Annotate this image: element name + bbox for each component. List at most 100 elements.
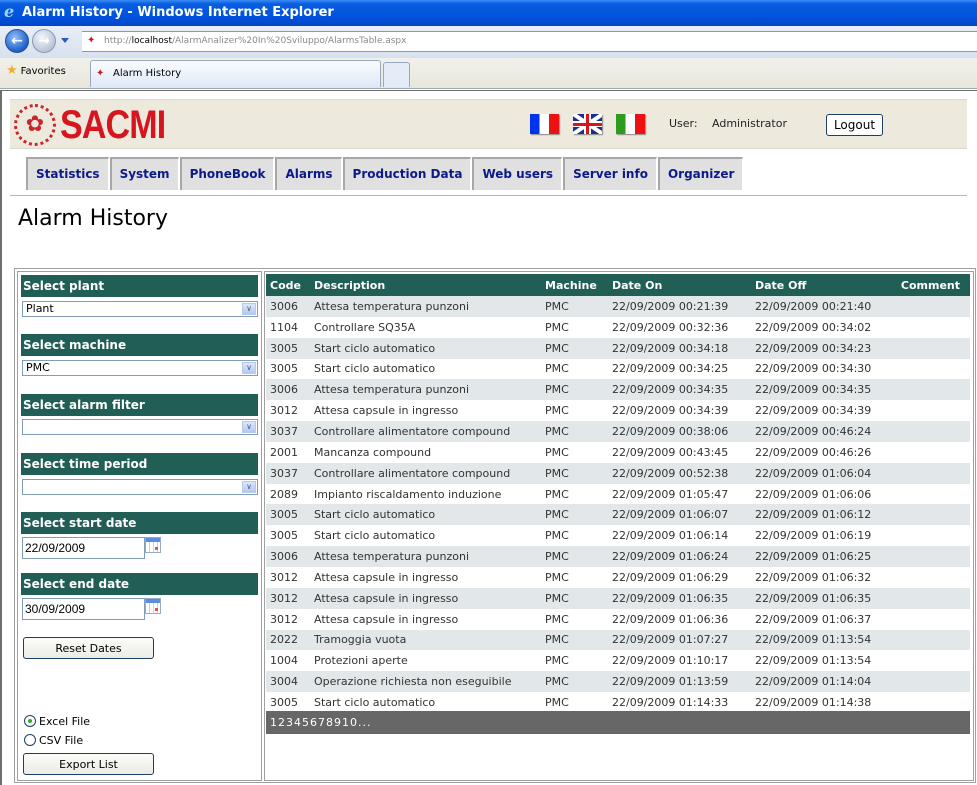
chevron-down-icon[interactable]: ∨	[242, 362, 256, 374]
column-header-date-off[interactable]: Date Off	[751, 274, 893, 296]
pager-link[interactable]: ...	[358, 716, 372, 729]
table-row[interactable]: 2089 Impianto riscaldamento induzione PMC 2…	[266, 484, 970, 505]
cell-date-on: 22/09/2009 01:06:29	[612, 570, 729, 584]
pager-link[interactable]: 4	[294, 716, 302, 729]
url-path: /AlarmAnalizer%20In%20Sviluppo/AlarmsTab…	[171, 36, 407, 46]
table-row[interactable]: 1004 Protezioni aperte PMC 22/09/2009 01:10…	[266, 650, 970, 671]
tab-system[interactable]: System	[109, 157, 179, 190]
recent-pages-dropdown[interactable]	[61, 38, 69, 43]
start-date-input[interactable]	[22, 537, 145, 559]
cell-description: Impianto riscaldamento induzione	[314, 487, 502, 501]
pager-link[interactable]: 10	[342, 716, 358, 729]
export-list-button[interactable]: Export List	[23, 753, 154, 775]
cell-machine: PMC	[541, 462, 608, 484]
table-row[interactable]: 1104 Controllare SQ35A PMC 22/09/2009 00:32…	[266, 317, 970, 338]
chevron-down-icon[interactable]: ∨	[242, 303, 256, 315]
table-row[interactable]: 3037 Controllare alimentatore compound PMC…	[266, 421, 970, 442]
ie-logo-icon: e	[4, 2, 15, 21]
pager-link[interactable]: 9	[334, 716, 342, 729]
column-header-description[interactable]: Description	[310, 274, 541, 296]
cell-code: 3005	[270, 529, 298, 543]
tab-phonebook[interactable]: PhoneBook	[179, 157, 275, 190]
alarm-filter-select[interactable]: ∨	[22, 419, 258, 435]
pager-link[interactable]: 5	[302, 716, 310, 729]
chevron-down-icon[interactable]: ∨	[242, 421, 256, 433]
cell-comment	[893, 692, 970, 713]
back-button[interactable]: ←	[5, 29, 29, 53]
cell-date-on: 22/09/2009 01:05:47	[612, 487, 729, 501]
table-row[interactable]: 2001 Mancanza compound PMC 22/09/2009 00:43…	[266, 442, 970, 463]
cell-comment	[893, 484, 970, 505]
flag-italian-icon[interactable]	[616, 114, 645, 134]
pager-link[interactable]: 3	[286, 716, 294, 729]
tab-alarms[interactable]: Alarms	[275, 157, 342, 190]
calendar-icon[interactable]	[145, 598, 161, 614]
tab-production-data[interactable]: Production Data	[342, 157, 472, 190]
flag-english-icon[interactable]	[573, 114, 602, 134]
cell-code: 3005	[270, 362, 298, 376]
cell-description: Attesa capsule in ingresso	[314, 570, 459, 584]
table-row[interactable]: 3004 Operazione richiesta non eseguibile P…	[266, 671, 970, 693]
chevron-down-icon[interactable]: ∨	[242, 481, 256, 493]
tab-statistics[interactable]: Statistics	[26, 157, 109, 190]
table-row[interactable]: 3006 Attesa temperatura punzoni PMC 22/09/2…	[266, 296, 970, 317]
export-csv-option[interactable]: CSV File	[24, 734, 83, 748]
cell-description: Mancanza compound	[314, 445, 432, 459]
column-header-code[interactable]: Code	[266, 274, 310, 296]
cell-machine: PMC	[541, 587, 608, 609]
cell-date-off: 22/09/2009 00:34:30	[755, 362, 872, 376]
table-row[interactable]: 2022 Tramoggia vuota PMC 22/09/2009 01:07:2…	[266, 629, 970, 651]
cell-description: Tramoggia vuota	[310, 629, 541, 651]
table-row[interactable]: 3006 Attesa temperatura punzoni PMC 22/09/2…	[266, 546, 970, 567]
table-row[interactable]: 3005 Start ciclo automatico PMC 22/09/2009 …	[266, 359, 970, 380]
pager-link[interactable]: 8	[326, 716, 334, 729]
cell-comment	[893, 567, 970, 588]
select-time-period-header: Select time period	[21, 453, 258, 475]
column-header-machine[interactable]: Machine	[541, 274, 608, 296]
tab-web-users[interactable]: Web users	[472, 157, 563, 190]
pager-link[interactable]: 7	[318, 716, 326, 729]
radio-unchecked-icon[interactable]	[24, 734, 36, 746]
logout-button[interactable]: Logout	[826, 114, 883, 136]
table-row[interactable]: 3012 Attesa capsule in ingresso PMC 22/09/2…	[266, 400, 970, 421]
table-row[interactable]: 3005 Start ciclo automatico PMC 22/09/2009 …	[266, 337, 970, 359]
favorites-button[interactable]: ★ Favorites	[6, 64, 66, 79]
address-bar[interactable]: ✦ http://localhost/AlarmAnalizer%20In%20S…	[82, 31, 977, 52]
radio-checked-icon[interactable]	[24, 715, 36, 727]
window-title: Alarm History - Windows Internet Explore…	[22, 5, 334, 20]
pager-link[interactable]: 2	[278, 716, 286, 729]
time-period-select[interactable]: ∨	[22, 479, 258, 495]
cell-comment	[893, 317, 970, 338]
select-end-date-header: Select end date	[21, 573, 258, 595]
end-date-input[interactable]	[22, 598, 145, 620]
table-row[interactable]: 3012 Attesa capsule in ingresso PMC 22/09/2…	[266, 587, 970, 609]
column-header-comment[interactable]: Comment	[893, 274, 970, 296]
pager-link[interactable]: 1	[270, 716, 278, 729]
browser-tab-active[interactable]: ✦ Alarm History	[90, 60, 381, 87]
cell-date-off: 22/09/2009 00:46:24	[751, 421, 893, 442]
tab-server-info[interactable]: Server info	[563, 157, 657, 190]
plant-select[interactable]: Plant ∨	[22, 301, 258, 317]
flag-french-icon[interactable]	[530, 114, 559, 134]
table-row[interactable]: 3006 Attesa temperatura punzoni PMC 22/09/2…	[266, 379, 970, 401]
column-header-date-on[interactable]: Date On	[608, 274, 751, 296]
cell-date-off: 22/09/2009 01:06:35	[751, 587, 893, 609]
table-row[interactable]: 3012 Attesa capsule in ingresso PMC 22/09/2…	[266, 609, 970, 630]
forward-button[interactable]: →	[32, 29, 56, 53]
machine-select[interactable]: PMC ∨	[22, 360, 258, 376]
select-machine-header: Select machine	[21, 334, 258, 356]
reset-dates-button[interactable]: Reset Dates	[23, 637, 154, 659]
export-excel-option[interactable]: Excel File	[24, 715, 90, 729]
pager-link[interactable]: 6	[310, 716, 318, 729]
cell-description: Start ciclo automatico	[314, 362, 436, 376]
new-tab-button[interactable]	[383, 62, 410, 87]
cell-date-on: 22/09/2009 00:32:36	[612, 320, 729, 334]
table-row[interactable]: 3037 Controllare alimentatore compound PMC…	[266, 462, 970, 484]
calendar-icon[interactable]	[145, 537, 161, 553]
table-row[interactable]: 3005 Start ciclo automatico PMC 22/09/2009 …	[266, 692, 970, 713]
table-row[interactable]: 3005 Start ciclo automatico PMC 22/09/2009 …	[266, 525, 970, 546]
cell-date-on: 22/09/2009 01:13:59	[608, 671, 751, 693]
table-row[interactable]: 3005 Start ciclo automatico PMC 22/09/2009 …	[266, 504, 970, 526]
tab-organizer[interactable]: Organizer	[657, 157, 744, 190]
table-row[interactable]: 3012 Attesa capsule in ingresso PMC 22/09/2…	[266, 567, 970, 588]
